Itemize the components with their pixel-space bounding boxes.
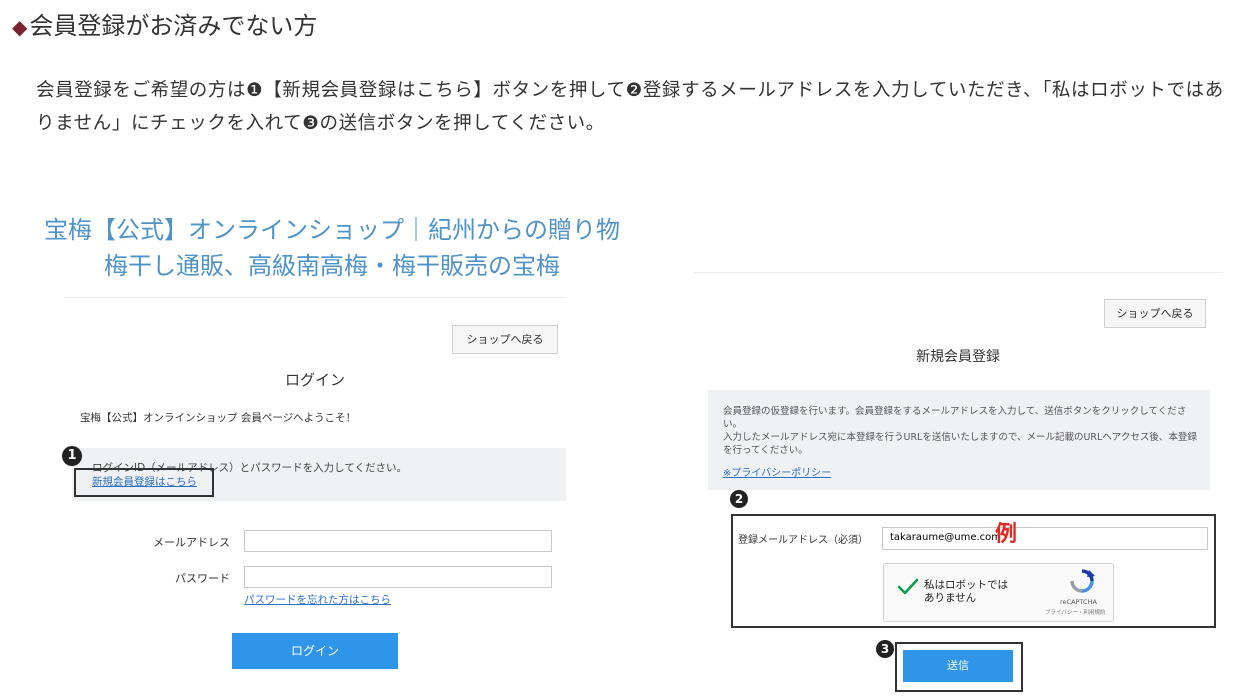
diamond-icon: ◆ [12, 15, 28, 39]
privacy-policy-link[interactable]: ※プライバシーポリシー [723, 464, 831, 479]
forgot-password-link[interactable]: パスワードを忘れた方はこちら [244, 592, 391, 607]
section-heading: ◆会員登録がお済みでない方 [12, 6, 317, 47]
example-mark: 例 [995, 522, 1018, 547]
recaptcha-terms[interactable]: プライバシー・利用規約 [1045, 608, 1105, 616]
divider [64, 297, 566, 298]
password-label: パスワード [175, 572, 230, 585]
intro-text: 会員登録をご希望の方は❶【新規会員登録はこちら】ボタンを押して❷登録するメールア… [36, 80, 1224, 134]
register-info-line: 入力したメールアドレス宛に本登録を行うURLを送信いたしますので、メール記載のU… [723, 432, 1197, 456]
email-label: メールアドレス [153, 536, 230, 549]
step3-badge: 3 [876, 640, 894, 658]
email-field[interactable] [244, 530, 552, 552]
login-button[interactable]: ログイン [232, 633, 398, 669]
register-info-text: 会員登録の仮登録を行います。会員登録をするメールアドレスを入力して、送信ボタンを… [723, 405, 1203, 457]
step1-badge: 1 [62, 446, 82, 466]
back-to-shop-button[interactable]: ショップへ戻る [1104, 299, 1206, 328]
register-email-label: 登録メールアドレス（必須） [738, 535, 868, 546]
section-heading-text: 会員登録がお済みでない方 [29, 12, 318, 40]
shop-title: 宝梅【公式】オンラインショップ｜紀州からの贈り物 梅干し通販、高級南高梅・梅干販… [44, 216, 620, 280]
register-email-value: takaraume@ume.com [890, 532, 1002, 543]
checkmark-icon[interactable] [897, 578, 919, 596]
divider [693, 272, 1223, 273]
password-field[interactable] [244, 566, 552, 588]
submit-button[interactable]: 送信 [903, 650, 1013, 682]
step1-highlight-box [74, 468, 214, 497]
welcome-text: 宝梅【公式】オンラインショップ 会員ページへようこそ！ [80, 412, 357, 424]
login-heading: ログイン [284, 371, 345, 389]
recaptcha-brand: reCAPTCHA [1060, 598, 1097, 606]
step2-badge: 2 [730, 490, 748, 508]
not-robot-label: 私はロボットではありません [924, 579, 1008, 604]
register-info-line: 会員登録の仮登録を行います。会員登録をするメールアドレスを入力して、送信ボタンを… [723, 406, 1187, 430]
register-heading: 新規会員登録 [916, 349, 1000, 365]
back-to-shop-button[interactable]: ショップへ戻る [452, 325, 558, 354]
recaptcha-icon [1070, 569, 1095, 593]
